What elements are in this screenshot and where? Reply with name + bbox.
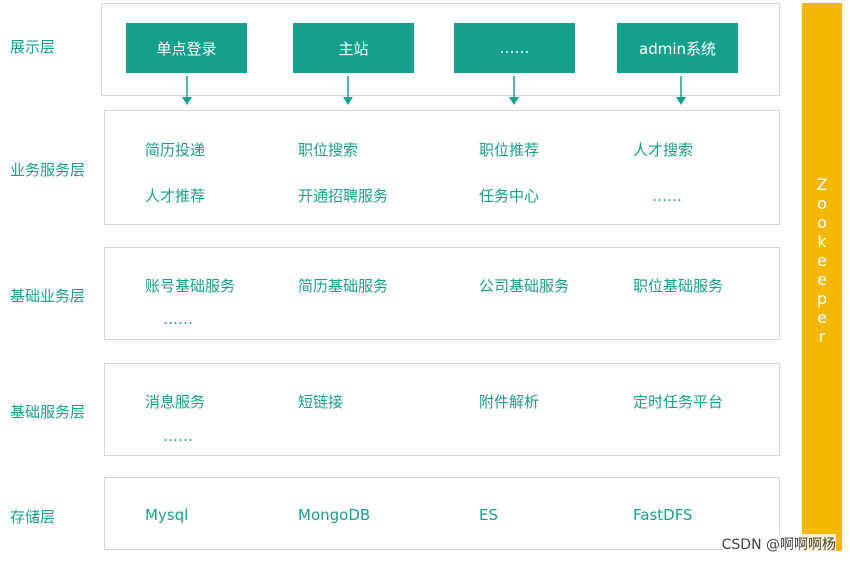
zookeeper-letter: k	[817, 232, 827, 251]
base-service-item: 附件解析	[479, 393, 540, 411]
layer-label-storage: 存储层	[10, 508, 56, 526]
main-site-button: 主站	[293, 23, 414, 73]
zookeeper-letter: p	[816, 289, 828, 308]
storage-item: Mysql	[145, 506, 189, 524]
zookeeper-letter: e	[817, 251, 827, 270]
layer-label-business: 业务服务层	[10, 161, 86, 179]
arrow-down-icon	[182, 76, 192, 105]
zookeeper-letter: Z	[816, 175, 828, 194]
more-button: ……	[454, 23, 575, 73]
business-item: 人才推荐	[145, 187, 206, 205]
storage-item: FastDFS	[633, 506, 693, 524]
base-business-item: 账号基础服务	[145, 277, 236, 295]
base-service-item: 定时任务平台	[633, 393, 724, 411]
zookeeper-letter: o	[817, 213, 827, 232]
watermark: CSDN @啊啊啊杨	[721, 534, 836, 554]
zookeeper-sidebar: Zookeeper	[802, 3, 842, 551]
zookeeper-letter: e	[817, 270, 827, 289]
business-item: 任务中心	[479, 187, 540, 205]
base-business-item: ……	[163, 310, 193, 328]
storage-item: MongoDB	[298, 506, 371, 524]
business-item: 职位搜索	[298, 141, 359, 159]
base-business-item: 公司基础服务	[479, 277, 570, 295]
storage-item: ES	[479, 506, 498, 524]
admin-system-button: admin系统	[617, 23, 738, 73]
layer-label-presentation: 展示层	[10, 38, 56, 56]
zookeeper-letter: e	[817, 308, 827, 327]
business-item: 简历投递	[145, 141, 206, 159]
base-business-item: 简历基础服务	[298, 277, 389, 295]
business-layer-box	[104, 110, 780, 225]
base-service-item: 短链接	[298, 393, 344, 411]
sso-button: 单点登录	[126, 23, 247, 73]
base-business-item: 职位基础服务	[633, 277, 724, 295]
arrow-down-icon	[676, 76, 686, 105]
zookeeper-letter: o	[817, 194, 827, 213]
business-item: 开通招聘服务	[298, 187, 389, 205]
layer-label-base-service: 基础服务层	[10, 403, 86, 421]
business-item: 人才搜索	[633, 141, 694, 159]
base-service-item: ……	[163, 427, 193, 445]
layer-label-base-business: 基础业务层	[10, 287, 86, 305]
zookeeper-letter: r	[818, 327, 826, 346]
business-item: ……	[652, 187, 682, 205]
zookeeper-label: Zookeeper	[802, 175, 842, 346]
business-item: 职位推荐	[479, 141, 540, 159]
arrow-down-icon	[509, 76, 519, 105]
arrow-down-icon	[343, 76, 353, 105]
base-service-item: 消息服务	[145, 393, 206, 411]
